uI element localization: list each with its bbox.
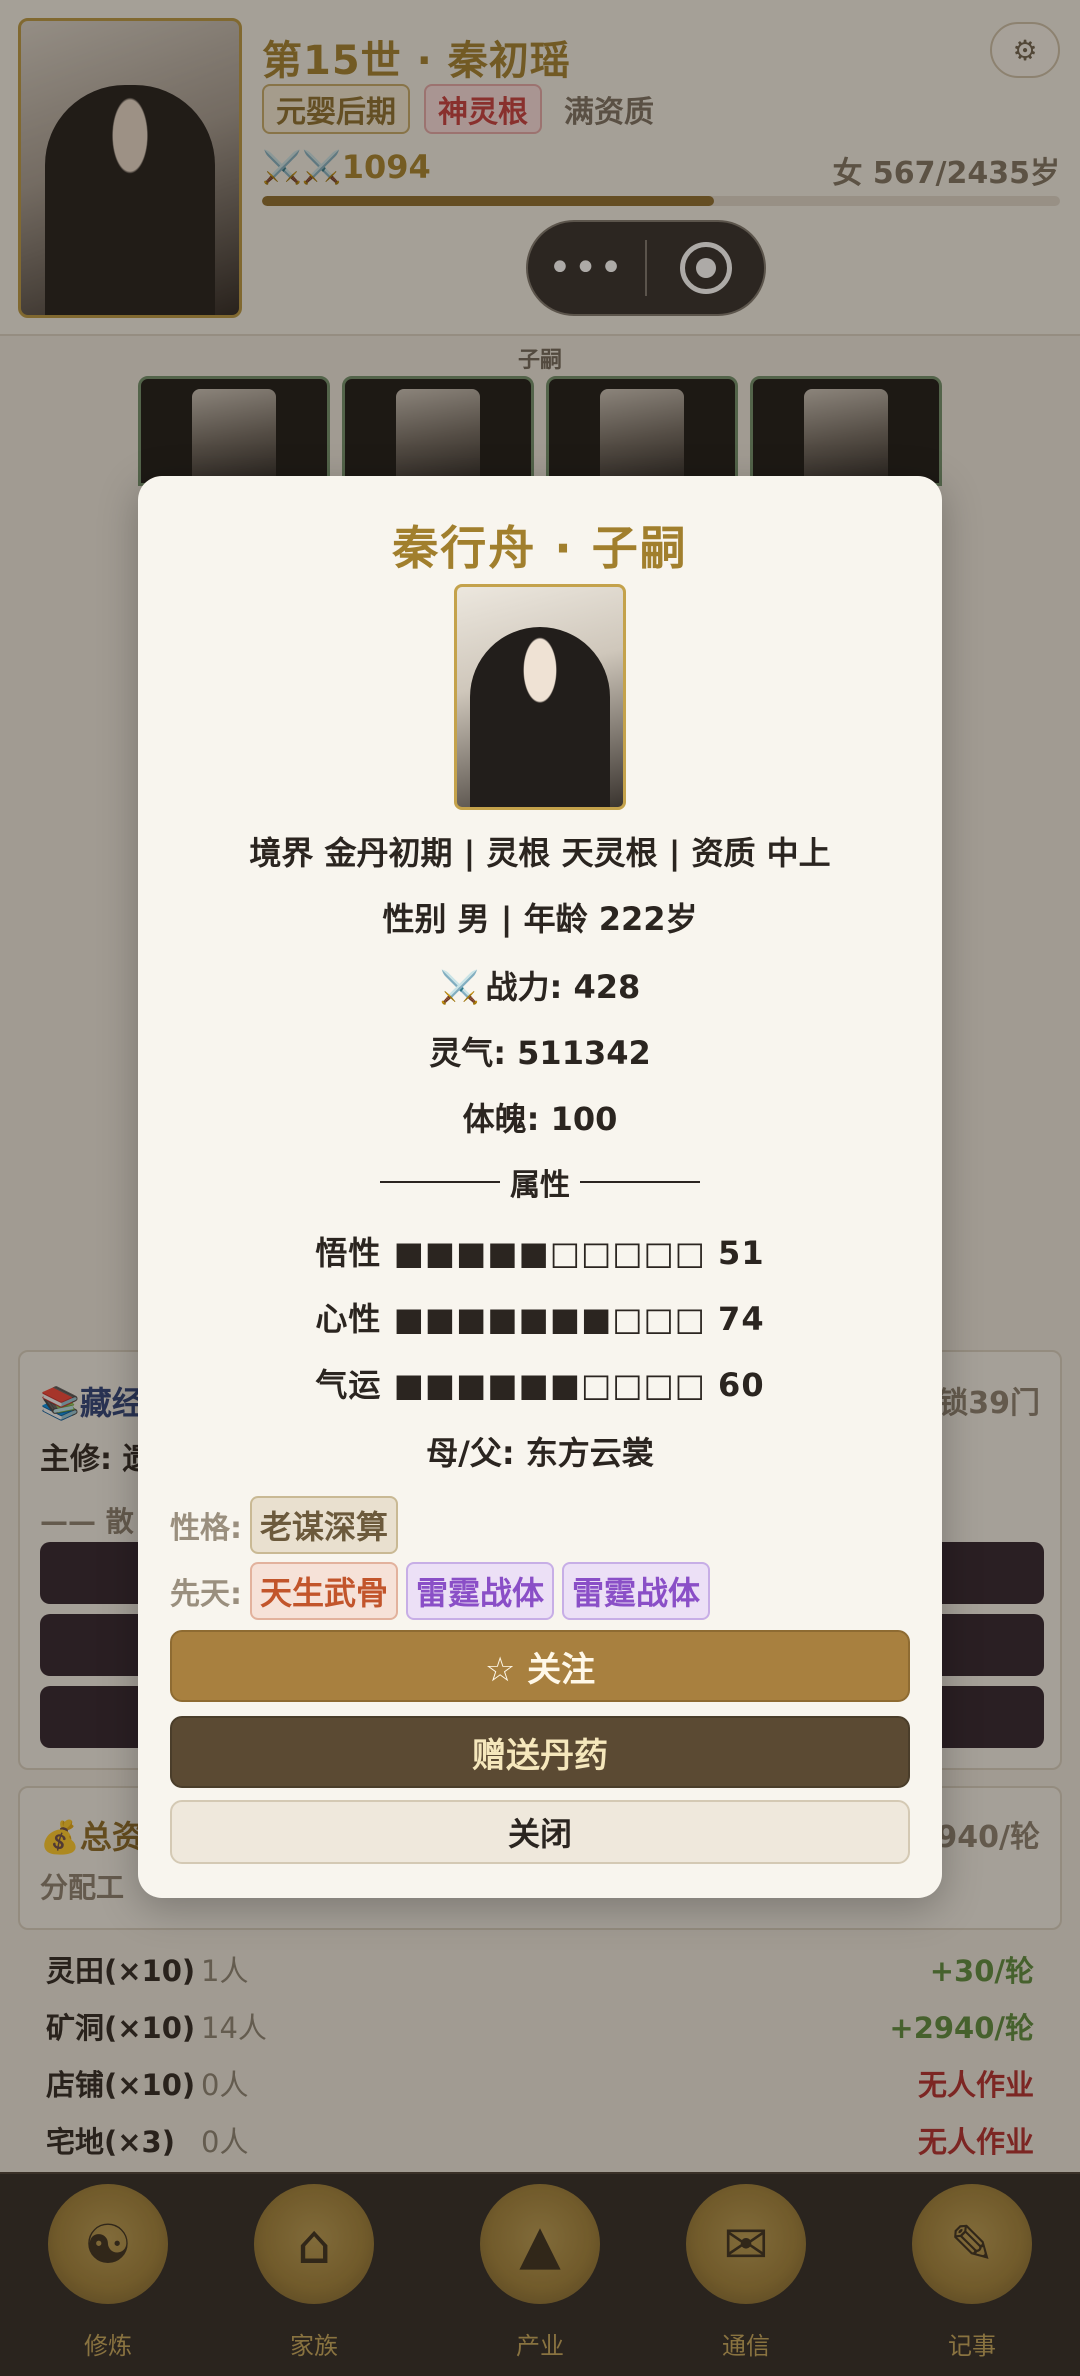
attributes-divider: 属性 xyxy=(138,1160,942,1204)
crossed-swords-icon: ⚔️ xyxy=(439,968,480,1006)
innate-chip: 雷霆战体 xyxy=(406,1562,555,1620)
child-combat-power: ⚔️ 战力: 428 xyxy=(138,962,942,1008)
attribute-bar: ■■■■■□□□□□ xyxy=(393,1234,706,1272)
modal-title: 秦行舟 · 子嗣 xyxy=(392,521,688,575)
attribute-bar: ■■■■■■□□□□ xyxy=(393,1366,706,1404)
personality-label: 性格: xyxy=(170,1511,242,1546)
attribute-value: 60 xyxy=(718,1366,765,1404)
follow-button[interactable]: ☆ 关注 xyxy=(170,1630,910,1702)
power-value: 战力: 428 xyxy=(485,968,641,1006)
portrait-figure xyxy=(470,627,610,807)
innate-chip: 雷霆战体 xyxy=(562,1562,711,1620)
attribute-label: 悟性 xyxy=(315,1234,382,1272)
child-detail-modal: 秦行舟 · 子嗣 境界 金丹初期 | 灵根 天灵根 | 资质 中上 性别 男 |… xyxy=(138,476,942,1898)
attribute-comprehension: 悟性 ■■■■■□□□□□ 51 xyxy=(138,1228,942,1274)
attributes-heading: 属性 xyxy=(510,1168,570,1203)
child-gender-age: 性别 男 | 年龄 222岁 xyxy=(382,900,698,938)
child-parent: 母/父: 东方云裳 xyxy=(426,1434,654,1472)
attribute-value: 74 xyxy=(718,1300,765,1338)
attribute-label: 心性 xyxy=(315,1300,382,1338)
personality-row: 性格: 老谋深算 xyxy=(170,1496,406,1554)
gift-pill-button[interactable]: 赠送丹药 xyxy=(170,1716,910,1788)
child-physique: 体魄: 100 xyxy=(462,1100,618,1138)
attribute-bar: ■■■■■■■□□□ xyxy=(393,1300,706,1338)
close-button[interactable]: 关闭 xyxy=(170,1800,910,1864)
child-portrait xyxy=(454,584,626,810)
innate-chip: 天生武骨 xyxy=(250,1562,399,1620)
child-cultivation-info: 境界 金丹初期 | 灵根 天灵根 | 资质 中上 xyxy=(249,834,831,872)
attribute-value: 51 xyxy=(718,1234,765,1272)
personality-chip: 老谋深算 xyxy=(250,1496,399,1554)
attribute-luck: 气运 ■■■■■■□□□□ 60 xyxy=(138,1360,942,1406)
innate-row: 先天: 天生武骨 雷霆战体 雷霆战体 xyxy=(170,1562,718,1620)
innate-label: 先天: xyxy=(170,1577,242,1612)
attribute-label: 气运 xyxy=(315,1366,382,1404)
child-spirit-energy: 灵气: 511342 xyxy=(429,1034,651,1072)
attribute-mind: 心性 ■■■■■■■□□□ 74 xyxy=(138,1294,942,1340)
